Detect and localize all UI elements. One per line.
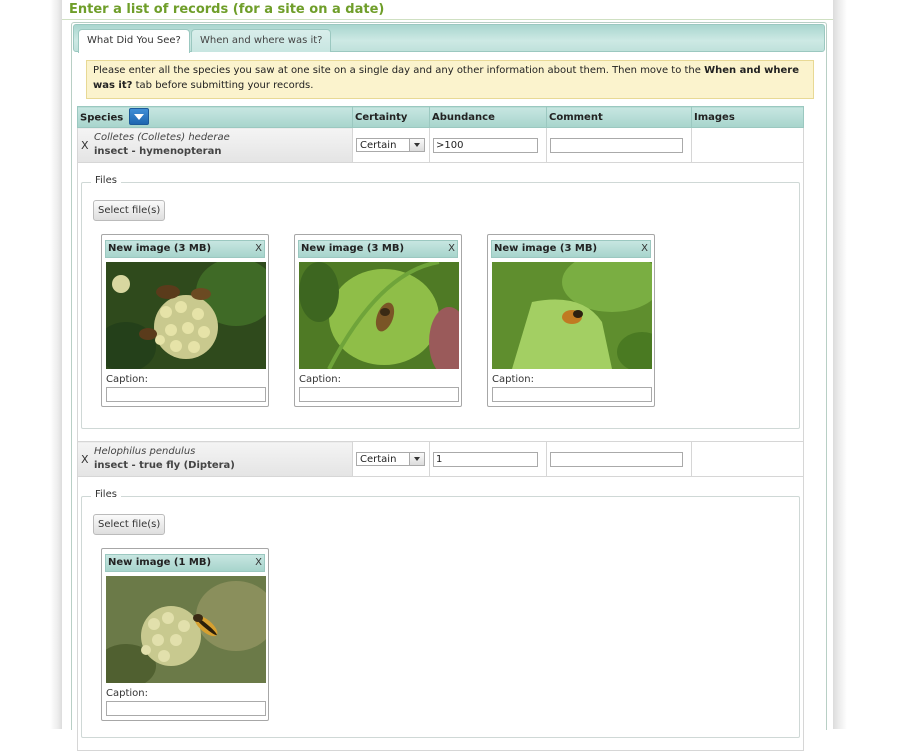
select-files-button[interactable]: Select file(s) bbox=[93, 514, 166, 535]
species-cell: X Helophilus pendulus insect - true fly … bbox=[77, 441, 353, 477]
caption-label: Caption: bbox=[492, 374, 534, 385]
page-shadow-right bbox=[833, 0, 911, 729]
abundance-input[interactable]: 1 bbox=[433, 451, 538, 467]
image-title: New image (3 MB) bbox=[494, 243, 598, 254]
files-cell: Files Select file(s) New image (3 MB) X bbox=[77, 162, 804, 442]
certainty-value: Certain bbox=[360, 454, 397, 465]
certainty-select[interactable]: Certain bbox=[356, 452, 425, 466]
header-abundance: Abundance bbox=[429, 106, 547, 128]
instructions-box: Please enter all the species you saw at … bbox=[86, 60, 814, 99]
remove-image-button[interactable]: X bbox=[255, 243, 262, 254]
species-name: Colletes (Colletes) hederae bbox=[94, 132, 230, 143]
hoverfly-on-ivy-photo bbox=[106, 576, 266, 683]
image-card-header: New image (3 MB) X bbox=[105, 240, 265, 258]
section-title: Enter a list of records (for a site on a… bbox=[69, 2, 385, 17]
dropdown-arrow-icon[interactable] bbox=[129, 107, 150, 125]
header-certainty: Certainty bbox=[352, 106, 430, 128]
files-cell: Files Select file(s) New image (1 MB) X bbox=[77, 476, 804, 751]
caption-input[interactable] bbox=[106, 701, 266, 716]
header-comment: Comment bbox=[546, 106, 692, 128]
images-cell bbox=[691, 441, 804, 477]
remove-image-button[interactable]: X bbox=[255, 557, 262, 568]
tab-what-did-you-see[interactable]: What Did You See? bbox=[78, 29, 190, 53]
files-legend: Files bbox=[91, 175, 121, 186]
bee-on-ivy-photo bbox=[106, 262, 266, 369]
select-arrow-icon bbox=[409, 139, 424, 151]
species-name: Helophilus pendulus bbox=[94, 446, 196, 457]
comment-cell bbox=[546, 127, 692, 163]
caption-label: Caption: bbox=[106, 374, 148, 385]
header-images: Images bbox=[691, 106, 804, 128]
comment-cell bbox=[546, 441, 692, 477]
caption-label: Caption: bbox=[299, 374, 341, 385]
image-title: New image (1 MB) bbox=[108, 557, 212, 568]
header-species: Species bbox=[77, 106, 353, 128]
image-card-header: New image (1 MB) X bbox=[105, 554, 265, 572]
certainty-cell: Certain bbox=[352, 441, 430, 477]
caption-input[interactable] bbox=[106, 387, 266, 402]
image-card-header: New image (3 MB) X bbox=[491, 240, 651, 258]
files-legend: Files bbox=[91, 489, 121, 500]
select-arrow-icon bbox=[409, 453, 424, 465]
image-title: New image (3 MB) bbox=[108, 243, 212, 254]
abundance-cell: >100 bbox=[429, 127, 547, 163]
files-row: Files Select file(s) New image (3 MB) X bbox=[77, 162, 804, 442]
grid-header-row: Species Certainty Abundance Comment Imag… bbox=[77, 106, 804, 128]
tab-bar: What Did You See? When and where was it? bbox=[73, 24, 825, 53]
image-card-header: New image (3 MB) X bbox=[298, 240, 458, 258]
files-fieldset: Files Select file(s) New image (3 MB) X bbox=[81, 175, 800, 429]
page: Enter a list of records (for a site on a… bbox=[62, 0, 833, 751]
files-fieldset: Files Select file(s) New image (1 MB) X bbox=[81, 489, 800, 738]
remove-image-button[interactable]: X bbox=[448, 243, 455, 254]
images-cell bbox=[691, 127, 804, 163]
bee-on-leaf-photo bbox=[299, 262, 459, 369]
remove-row-button[interactable]: X bbox=[81, 453, 89, 466]
table-row: X Helophilus pendulus insect - true fly … bbox=[77, 441, 804, 477]
instructions-text: Please enter all the species you saw at … bbox=[93, 65, 705, 76]
header-species-label: Species bbox=[80, 112, 124, 123]
comment-input[interactable] bbox=[550, 137, 683, 153]
species-group: insect - true fly (Diptera) bbox=[94, 460, 235, 471]
tab-when-and-where[interactable]: When and where was it? bbox=[191, 29, 332, 52]
instructions-text-end: tab before submitting your records. bbox=[132, 80, 314, 91]
section-header: Enter a list of records (for a site on a… bbox=[62, 0, 833, 20]
abundance-cell: 1 bbox=[429, 441, 547, 477]
files-row: Files Select file(s) New image (1 MB) X bbox=[77, 476, 804, 751]
certainty-select[interactable]: Certain bbox=[356, 138, 425, 152]
remove-row-button[interactable]: X bbox=[81, 139, 89, 152]
image-card: New image (3 MB) X Caption: bbox=[101, 234, 269, 407]
certainty-cell: Certain bbox=[352, 127, 430, 163]
comment-input[interactable] bbox=[550, 451, 683, 467]
image-card: New image (3 MB) X Caption: bbox=[294, 234, 462, 407]
table-row: X Colletes (Colletes) hederae insect - h… bbox=[77, 127, 804, 163]
bee-on-leaf-edge-photo bbox=[492, 262, 652, 369]
caption-input[interactable] bbox=[299, 387, 459, 402]
page-shadow-left bbox=[0, 0, 62, 729]
certainty-value: Certain bbox=[360, 140, 397, 151]
image-title: New image (3 MB) bbox=[301, 243, 405, 254]
species-group: insect - hymenopteran bbox=[94, 146, 222, 157]
caption-input[interactable] bbox=[492, 387, 652, 402]
remove-image-button[interactable]: X bbox=[641, 243, 648, 254]
image-card: New image (3 MB) X Caption: bbox=[487, 234, 655, 407]
species-cell: X Colletes (Colletes) hederae insect - h… bbox=[77, 127, 353, 163]
abundance-input[interactable]: >100 bbox=[433, 137, 538, 153]
image-card: New image (1 MB) X Caption: bbox=[101, 548, 269, 721]
species-grid: Species Certainty Abundance Comment Imag… bbox=[77, 106, 804, 751]
caption-label: Caption: bbox=[106, 688, 148, 699]
select-files-button[interactable]: Select file(s) bbox=[93, 200, 166, 221]
